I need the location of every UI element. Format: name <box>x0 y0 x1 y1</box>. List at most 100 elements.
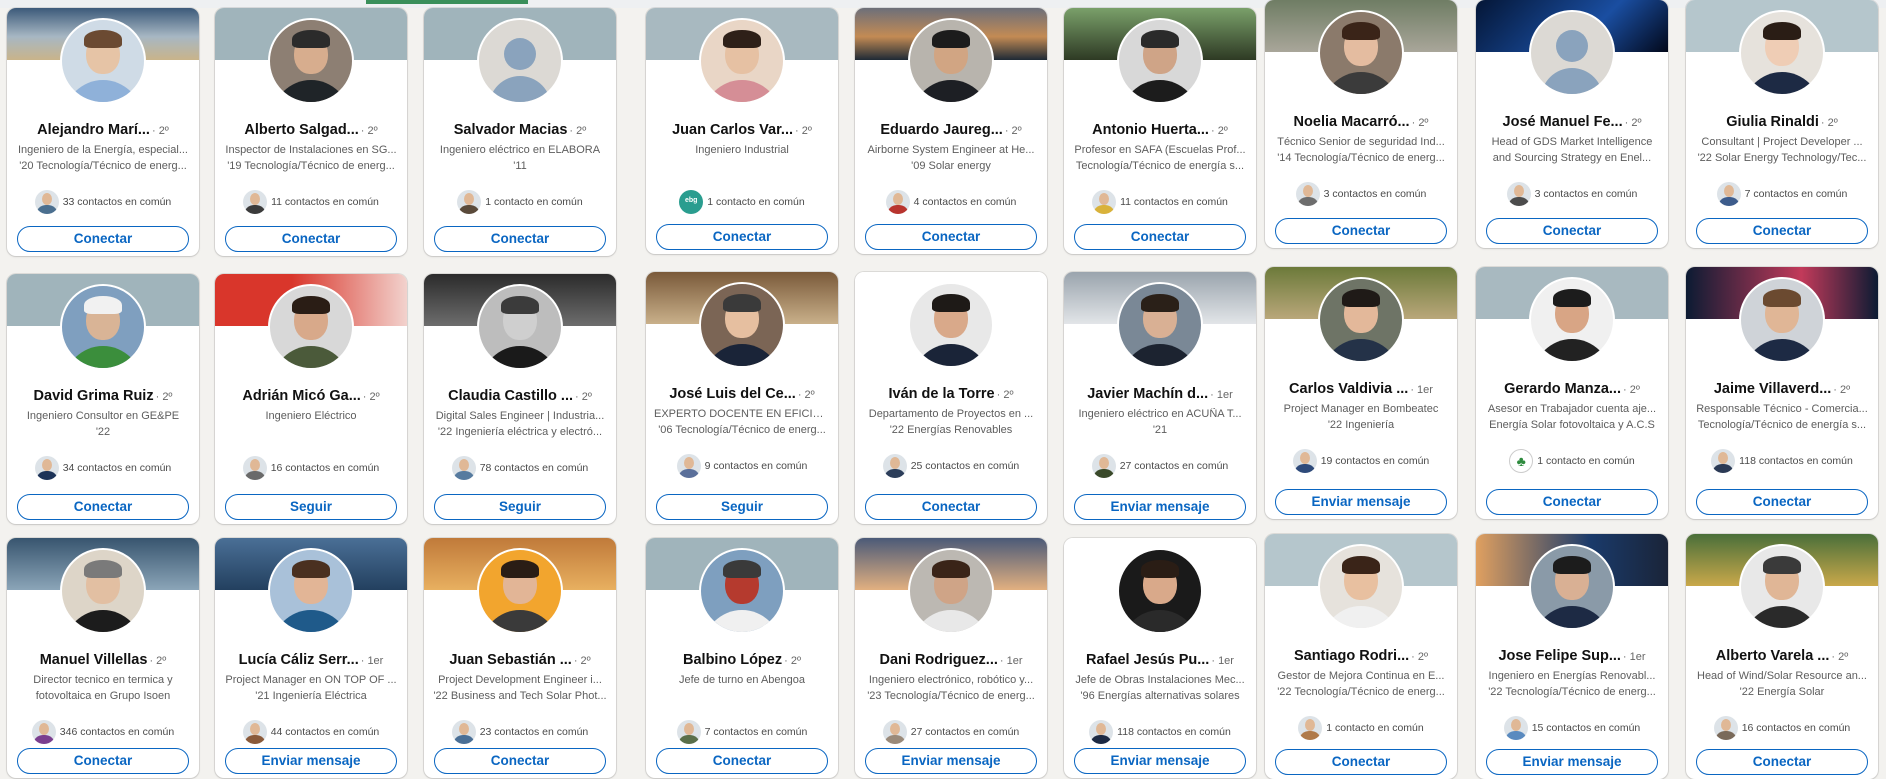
profile-photo[interactable] <box>908 282 994 368</box>
connect-button[interactable]: Conectar <box>656 748 828 774</box>
mutual-connections[interactable]: 33 contactos en común <box>7 190 199 214</box>
profile-photo[interactable] <box>699 282 785 368</box>
profile-name[interactable]: Dani Rodriguez... · 1er <box>861 652 1041 668</box>
connect-button[interactable]: Conectar <box>1275 218 1447 244</box>
connect-button[interactable]: Conectar <box>1696 218 1868 244</box>
send-message-button[interactable]: Enviar mensaje <box>1275 489 1447 515</box>
profile-name[interactable]: Eduardo Jaureg... · 2º <box>861 122 1041 138</box>
profile-card[interactable]: Santiago Rodri... · 2º Gestor de Mejora C… <box>1265 534 1457 779</box>
profile-card[interactable]: Adrián Micó Ga... · 2º Ingeniero Eléctric… <box>215 274 407 524</box>
follow-button[interactable]: Seguir <box>656 494 828 520</box>
mutual-connections[interactable]: 9 contactos en común <box>646 454 838 478</box>
profile-photo[interactable] <box>1318 544 1404 630</box>
connect-button[interactable]: Conectar <box>656 224 828 250</box>
profile-name[interactable]: Balbino López · 2º <box>652 652 832 668</box>
profile-card[interactable]: Javier Machín d... · 1er Ingeniero eléctr… <box>1064 272 1256 524</box>
profile-name[interactable]: Santiago Rodri... · 2º <box>1271 648 1451 664</box>
connect-button[interactable]: Conectar <box>17 226 189 252</box>
profile-photo[interactable] <box>1529 10 1615 96</box>
connect-button[interactable]: Conectar <box>865 224 1037 250</box>
mutual-connections[interactable]: 118 contactos en común <box>1064 720 1256 744</box>
profile-photo[interactable] <box>477 548 563 634</box>
profile-name[interactable]: Gerardo Manza... · 2º <box>1482 381 1662 397</box>
mutual-connections[interactable]: 25 contactos en común <box>855 454 1047 478</box>
profile-name[interactable]: Alejandro Marí... · 2º <box>13 122 193 138</box>
mutual-connections[interactable]: 11 contactos en común <box>1064 190 1256 214</box>
mutual-connections[interactable]: 1 contacto en común <box>1265 716 1457 740</box>
profile-card[interactable]: Balbino López · 2º Jefe de turno en Abeng… <box>646 538 838 778</box>
profile-photo[interactable] <box>1529 544 1615 630</box>
profile-name[interactable]: David Grima Ruiz · 2º <box>13 388 193 404</box>
profile-photo[interactable] <box>1739 544 1825 630</box>
profile-photo[interactable] <box>1117 282 1203 368</box>
profile-photo[interactable] <box>1318 10 1404 96</box>
mutual-connections[interactable]: 27 contactos en común <box>855 720 1047 744</box>
mutual-connections[interactable]: 346 contactos en común <box>7 720 199 744</box>
connect-button[interactable]: Conectar <box>225 226 397 252</box>
mutual-connections[interactable]: 3 contactos en común <box>1476 182 1668 206</box>
profile-name[interactable]: Juan Sebastián ... · 2º <box>430 652 610 668</box>
send-message-button[interactable]: Enviar mensaje <box>1074 748 1246 774</box>
profile-card[interactable]: Dani Rodriguez... · 1er Ingeniero electró… <box>855 538 1047 778</box>
profile-photo[interactable] <box>908 548 994 634</box>
mutual-connections[interactable]: 44 contactos en común <box>215 720 407 744</box>
follow-button[interactable]: Seguir <box>225 494 397 520</box>
profile-name[interactable]: Iván de la Torre · 2º <box>861 386 1041 402</box>
profile-photo[interactable] <box>908 18 994 104</box>
profile-photo[interactable] <box>1318 277 1404 363</box>
mutual-connections[interactable]: 11 contactos en común <box>215 190 407 214</box>
connect-button[interactable]: Conectar <box>434 226 606 252</box>
profile-card[interactable]: Gerardo Manza... · 2º Asesor en Trabajado… <box>1476 267 1668 519</box>
profile-name[interactable]: Alberto Salgad... · 2º <box>221 122 401 138</box>
profile-name[interactable]: Rafael Jesús Pu... · 1er <box>1070 652 1250 668</box>
profile-name[interactable]: Jaime Villaverd... · 2º <box>1692 381 1872 397</box>
profile-photo[interactable] <box>477 284 563 370</box>
profile-card[interactable]: Lucía Cáliz Serr... · 1er Project Manager… <box>215 538 407 778</box>
profile-name[interactable]: Alberto Varela ... · 2º <box>1692 648 1872 664</box>
profile-name[interactable]: Giulia Rinaldi · 2º <box>1692 114 1872 130</box>
mutual-connections[interactable]: 7 contactos en común <box>646 720 838 744</box>
connect-button[interactable]: Conectar <box>1074 224 1246 250</box>
profile-photo[interactable] <box>477 18 563 104</box>
profile-photo[interactable] <box>1117 548 1203 634</box>
profile-card[interactable]: Alejandro Marí... · 2º Ingeniero de la En… <box>7 8 199 256</box>
mutual-connections[interactable]: 78 contactos en común <box>424 456 616 480</box>
profile-name[interactable]: Noelia Macarró... · 2º <box>1271 114 1451 130</box>
profile-photo[interactable] <box>1739 10 1825 96</box>
profile-card[interactable]: Juan Sebastián ... · 2º Project Developme… <box>424 538 616 778</box>
profile-photo[interactable] <box>1739 277 1825 363</box>
profile-photo[interactable] <box>699 18 785 104</box>
mutual-connections[interactable]: 19 contactos en común <box>1265 449 1457 473</box>
profile-name[interactable]: Jose Felipe Sup... · 1er <box>1482 648 1662 664</box>
connect-button[interactable]: Conectar <box>434 748 606 774</box>
connect-button[interactable]: Conectar <box>1275 749 1447 775</box>
send-message-button[interactable]: Enviar mensaje <box>1486 749 1658 775</box>
mutual-connections[interactable]: 118 contactos en común <box>1686 449 1878 473</box>
send-message-button[interactable]: Enviar mensaje <box>865 748 1037 774</box>
mutual-connections[interactable]: ♣ 1 contacto en común <box>1476 449 1668 473</box>
mutual-connections[interactable]: 3 contactos en común <box>1265 182 1457 206</box>
mutual-connections[interactable]: 16 contactos en común <box>215 456 407 480</box>
profile-name[interactable]: Manuel Villellas · 2º <box>13 652 193 668</box>
mutual-connections[interactable]: 34 contactos en común <box>7 456 199 480</box>
profile-photo[interactable] <box>268 18 354 104</box>
profile-card[interactable]: Noelia Macarró... · 2º Técnico Senior de … <box>1265 0 1457 248</box>
connect-button[interactable]: Conectar <box>1696 489 1868 515</box>
profile-card[interactable]: Claudia Castillo ... · 2º Digital Sales E… <box>424 274 616 524</box>
profile-photo[interactable] <box>60 548 146 634</box>
profile-name[interactable]: Carlos Valdivia ... · 1er <box>1271 381 1451 397</box>
profile-card[interactable]: Jaime Villaverd... · 2º Responsable Técni… <box>1686 267 1878 519</box>
profile-card[interactable]: José Luis del Ce... · 2º EXPERTO DOCENTE … <box>646 272 838 524</box>
profile-photo[interactable] <box>268 284 354 370</box>
profile-card[interactable]: David Grima Ruiz · 2º Ingeniero Consultor… <box>7 274 199 524</box>
mutual-connections[interactable]: 1 contacto en común <box>424 190 616 214</box>
connect-button[interactable]: Conectar <box>1696 749 1868 775</box>
profile-card[interactable]: Salvador Macias · 2º Ingeniero eléctrico … <box>424 8 616 256</box>
connect-button[interactable]: Conectar <box>17 494 189 520</box>
profile-card[interactable]: Antonio Huerta... · 2º Profesor en SAFA (… <box>1064 8 1256 254</box>
mutual-connections[interactable]: 16 contactos en común <box>1686 716 1878 740</box>
profile-name[interactable]: Javier Machín d... · 1er <box>1070 386 1250 402</box>
mutual-connections[interactable]: 15 contactos en común <box>1476 716 1668 740</box>
mutual-connections[interactable]: ebg 1 contacto en común <box>646 190 838 214</box>
profile-name[interactable]: Claudia Castillo ... · 2º <box>430 388 610 404</box>
